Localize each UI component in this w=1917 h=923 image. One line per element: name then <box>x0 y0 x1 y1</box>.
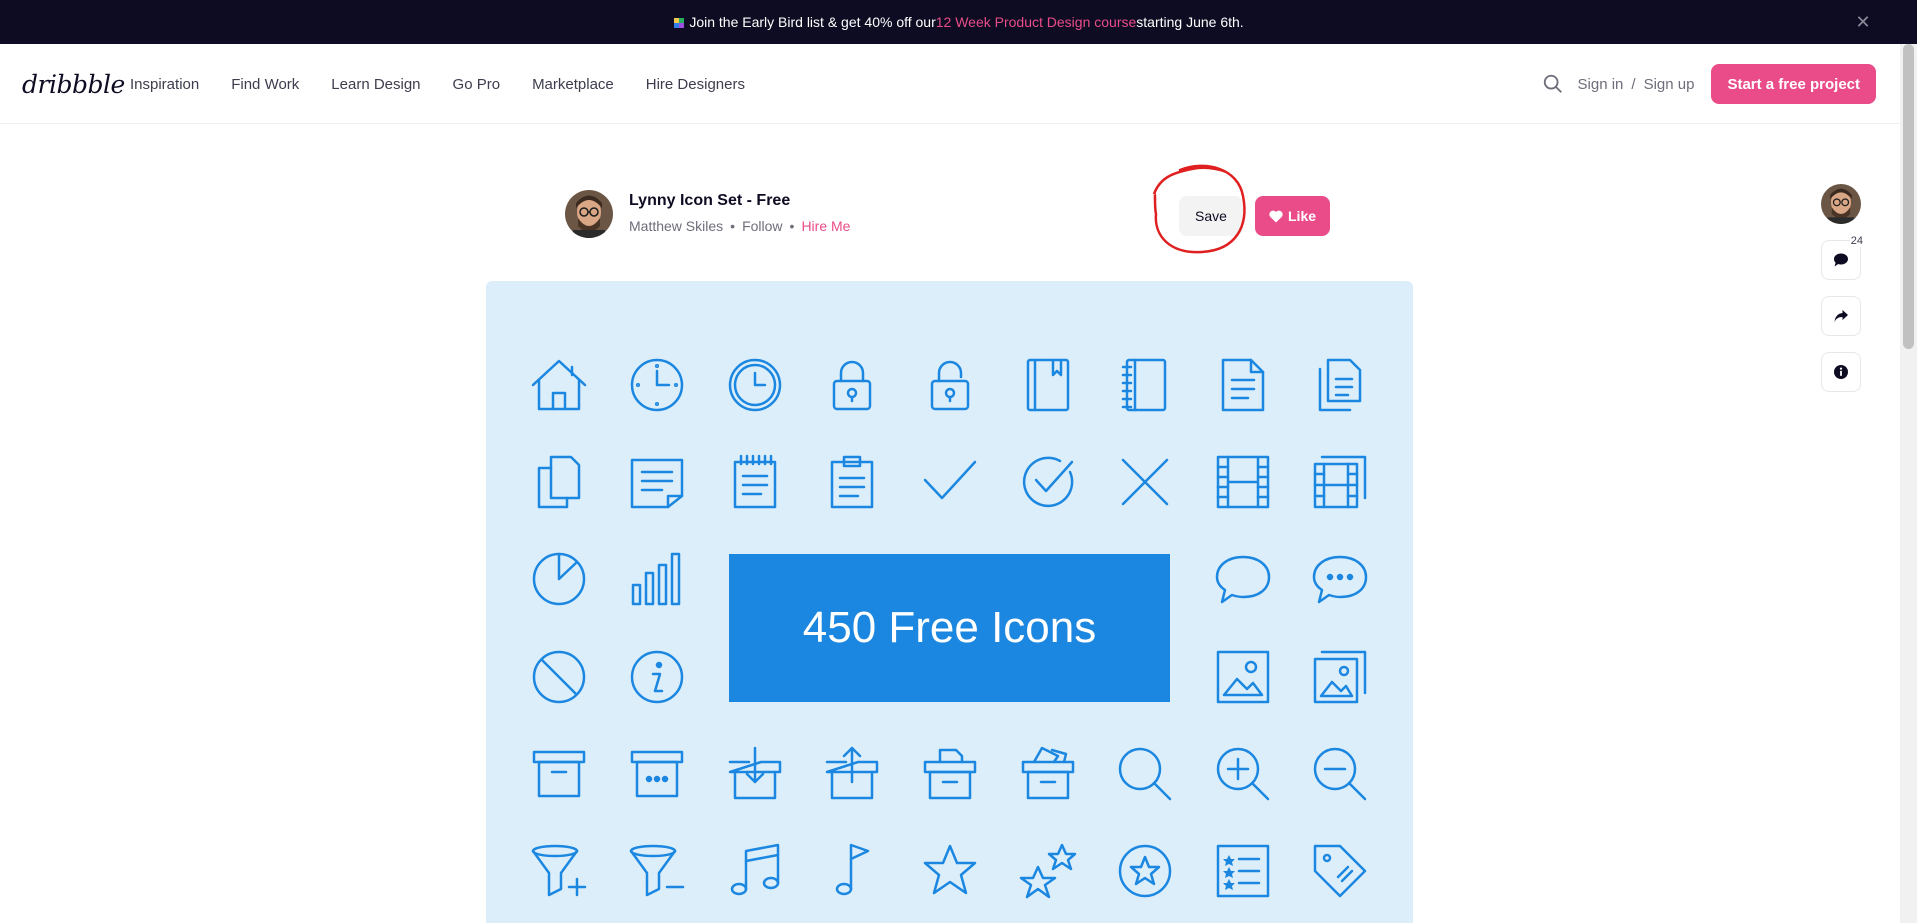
shot-title: Lynny Icon Set - Free <box>629 192 791 209</box>
share-icon <box>1834 310 1848 322</box>
info-icon <box>1834 365 1848 379</box>
nav-link-go-pro[interactable]: Go Pro <box>453 76 501 93</box>
banner-text-before: Join the Early Bird list & get 40% off o… <box>689 14 936 30</box>
promo-banner: 450 Free Icons <box>729 554 1170 702</box>
comment-count: 24 <box>1849 235 1864 247</box>
stars-icon <box>1019 843 1077 899</box>
music-notes-icon <box>730 843 780 896</box>
zoom-out-icon <box>1313 747 1367 801</box>
copy-icon <box>537 455 581 509</box>
check-circle-icon <box>1022 456 1074 508</box>
star-circle-icon <box>1118 844 1172 898</box>
nav-link-learn-design[interactable]: Learn Design <box>331 76 420 93</box>
notepad-icon <box>733 454 777 509</box>
save-button[interactable]: Save <box>1179 196 1243 236</box>
author-name[interactable]: Matthew Skiles <box>629 218 723 234</box>
pie-chart-icon <box>532 552 586 606</box>
box-download-icon <box>728 746 782 800</box>
comments-button[interactable]: 24 <box>1821 235 1864 280</box>
book-icon <box>1026 358 1070 412</box>
comment-icon <box>1834 253 1848 267</box>
top-navigation: dribbble Inspiration Find Work Learn Des… <box>0 44 1900 124</box>
filter-remove-icon <box>629 844 685 897</box>
search-icon[interactable] <box>1542 73 1564 95</box>
filter-add-icon <box>531 844 587 897</box>
info-icon <box>630 650 684 704</box>
nav-link-inspiration[interactable]: Inspiration <box>130 76 199 93</box>
films-icon <box>1313 455 1367 509</box>
tag-icon <box>1313 844 1367 898</box>
clock-icon <box>630 358 684 412</box>
sign-in-link[interactable]: Sign in <box>1578 76 1624 93</box>
side-rail: 24 <box>1821 184 1864 392</box>
search-icon <box>1118 747 1172 801</box>
chat-dots-icon <box>1312 555 1368 604</box>
shot-canvas[interactable]: 450 Free Icons <box>486 281 1413 923</box>
music-note-icon <box>835 843 870 896</box>
nav-right: Sign in / Sign up Start a free project <box>1542 44 1876 124</box>
share-button[interactable] <box>1821 296 1861 336</box>
unlock-icon <box>930 360 970 411</box>
follow-link[interactable]: Follow <box>742 218 782 234</box>
speech-bubble-icon <box>1215 555 1271 604</box>
blocked-icon <box>532 650 586 704</box>
dribbble-logo[interactable]: dribbble <box>22 70 125 99</box>
nav-link-marketplace[interactable]: Marketplace <box>532 76 614 93</box>
shot-meta: Matthew Skiles • Follow • Hire Me <box>629 218 850 234</box>
close-icon[interactable]: ✕ <box>1851 10 1875 34</box>
like-label: Like <box>1288 208 1317 224</box>
box-files-icon <box>923 748 977 800</box>
star-icon <box>923 844 977 895</box>
auth-links: Sign in / Sign up <box>1578 76 1695 93</box>
page-scrollbar[interactable] <box>1900 44 1917 923</box>
meta-separator: • <box>789 218 795 234</box>
hire-me-link[interactable]: Hire Me <box>801 218 850 234</box>
announcement-banner: Join the Early Bird list & get 40% off o… <box>0 0 1917 44</box>
avatar[interactable] <box>565 190 613 238</box>
clipboard-icon <box>830 455 874 509</box>
avatar[interactable] <box>1821 184 1861 224</box>
banner-text-after: starting June 6th. <box>1136 14 1244 30</box>
sign-up-link[interactable]: Sign up <box>1644 76 1695 93</box>
like-button[interactable]: Like <box>1255 196 1331 236</box>
zoom-in-icon <box>1216 747 1270 801</box>
document-icon <box>1221 358 1265 412</box>
film-icon <box>1216 455 1270 509</box>
heart-icon <box>1269 210 1283 222</box>
box-upload-icon <box>825 746 879 800</box>
checkmark-icon <box>923 460 977 500</box>
documents-icon <box>1318 358 1362 412</box>
rated-list-icon <box>1216 844 1270 898</box>
banner-course-link[interactable]: 12 Week Product Design course <box>936 14 1137 30</box>
lock-icon <box>832 360 872 411</box>
box-tickets-icon <box>1021 746 1075 800</box>
images-icon <box>1313 650 1367 704</box>
scrollbar-thumb[interactable] <box>1903 44 1914 349</box>
nav-link-hire-designers[interactable]: Hire Designers <box>646 76 745 93</box>
nav-links: Inspiration Find Work Learn Design Go Pr… <box>130 44 777 124</box>
nav-link-find-work[interactable]: Find Work <box>231 76 299 93</box>
info-button[interactable] <box>1821 352 1861 392</box>
start-project-button[interactable]: Start a free project <box>1711 64 1876 104</box>
shot-header: Lynny Icon Set - Free Matthew Skiles • Fol… <box>565 190 1335 240</box>
home-icon <box>531 359 587 411</box>
notebook-icon <box>1121 358 1167 412</box>
archive-dots-icon <box>630 750 684 798</box>
flag-emoji-icon <box>674 18 685 28</box>
meta-separator: • <box>730 218 736 234</box>
note-icon <box>630 458 684 509</box>
image-icon <box>1216 650 1270 704</box>
clock-filled-icon <box>728 358 782 412</box>
auth-separator: / <box>1631 75 1636 93</box>
close-x-icon <box>1121 458 1169 506</box>
bar-chart-icon <box>631 552 681 606</box>
archive-icon <box>532 750 586 798</box>
